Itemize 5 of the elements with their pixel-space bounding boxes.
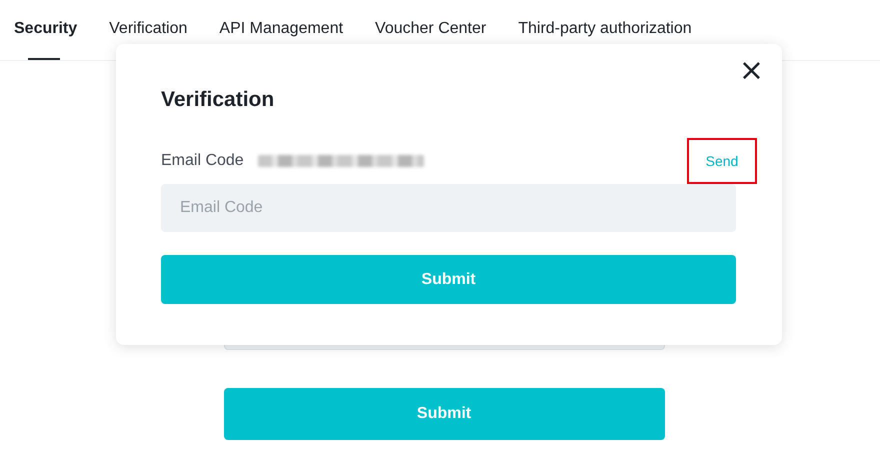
field-label: Email Code bbox=[161, 152, 244, 170]
email-code-field[interactable]: Email Code bbox=[161, 184, 736, 232]
close-button[interactable]: × bbox=[736, 56, 766, 86]
tab[interactable]: Security bbox=[14, 0, 94, 60]
dialog-title: Verification bbox=[161, 88, 276, 112]
